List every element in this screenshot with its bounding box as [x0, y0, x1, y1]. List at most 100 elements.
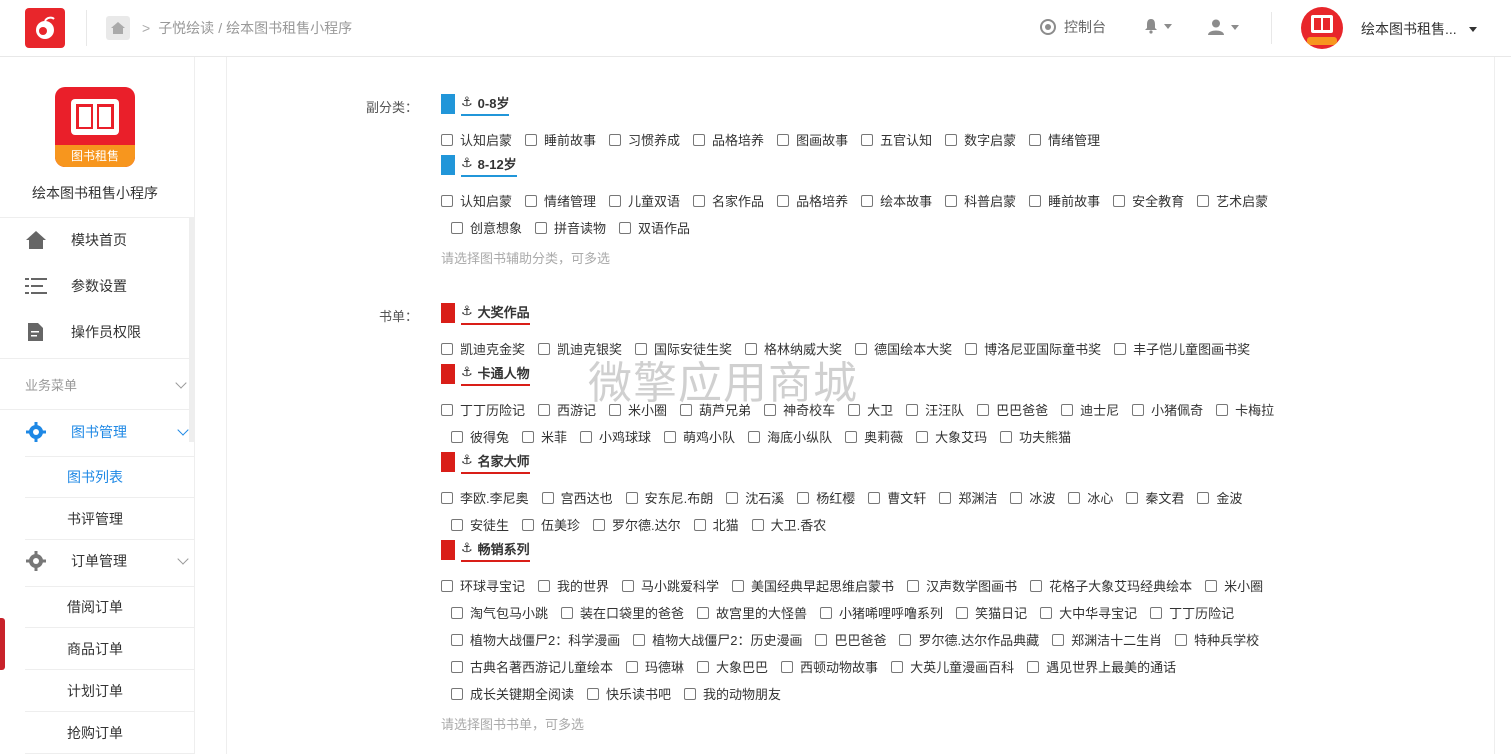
checkbox-option[interactable]: 植物大战僵尸2：科学漫画 — [451, 630, 620, 649]
checkbox[interactable] — [1029, 133, 1042, 146]
checkbox-option[interactable]: 认知启蒙 — [441, 130, 512, 149]
checkbox[interactable] — [845, 430, 858, 443]
checkbox[interactable] — [441, 342, 453, 355]
checkbox[interactable] — [777, 133, 790, 146]
checkbox-option[interactable]: 安全教育 — [1113, 191, 1184, 210]
checkbox[interactable] — [580, 430, 593, 443]
sidebar-sub-borrow-orders[interactable]: 借阅订单 — [25, 586, 195, 628]
sidebar-item-book-management[interactable]: 图书管理 — [25, 412, 189, 452]
checkbox[interactable] — [1132, 403, 1145, 416]
breadcrumb-item-app[interactable]: 绘本图书租售小程序 — [226, 18, 352, 38]
checkbox-option[interactable]: 曹文轩 — [868, 488, 926, 507]
checkbox[interactable] — [977, 403, 990, 416]
checkbox[interactable] — [855, 342, 868, 355]
checkbox-option[interactable]: 金波 — [1197, 488, 1242, 507]
checkbox-option[interactable]: 李欧.李尼奥 — [441, 488, 529, 507]
checkbox-option[interactable]: 国际安徒生奖 — [635, 339, 732, 358]
checkbox-option[interactable]: 冰心 — [1068, 488, 1113, 507]
checkbox[interactable] — [1150, 606, 1163, 619]
checkbox-option[interactable]: 米小圈 — [609, 400, 667, 419]
checkbox-option[interactable]: 奥莉薇 — [845, 427, 903, 446]
checkbox[interactable] — [907, 579, 920, 592]
store-switcher[interactable]: 绘本图书租售... — [1361, 19, 1477, 39]
checkbox[interactable] — [633, 633, 646, 646]
checkbox-option[interactable]: 淘气包马小跳 — [451, 603, 548, 622]
checkbox-option[interactable]: 安东尼.布朗 — [625, 488, 713, 507]
sidebar-group-business[interactable]: 业务菜单 — [25, 375, 187, 394]
checkbox-option[interactable]: 品格培养 — [777, 191, 848, 210]
checkbox[interactable] — [441, 491, 453, 504]
checkbox-option[interactable]: 情绪管理 — [525, 191, 596, 210]
checkbox[interactable] — [1000, 430, 1013, 443]
checkbox-option[interactable]: 郑渊洁 — [939, 488, 997, 507]
checkbox[interactable] — [680, 403, 693, 416]
checkbox-option[interactable]: 大象巴巴 — [697, 657, 768, 676]
checkbox[interactable] — [1197, 194, 1210, 207]
checkbox-option[interactable]: 小猪佩奇 — [1132, 400, 1203, 419]
checkbox[interactable] — [1205, 579, 1218, 592]
checkbox-option[interactable]: 马小跳爱科学 — [622, 576, 719, 595]
checkbox[interactable] — [697, 660, 710, 673]
checkbox-option[interactable]: 郑渊洁十二生肖 — [1052, 630, 1162, 649]
checkbox-option[interactable]: 拼音读物 — [535, 218, 606, 237]
checkbox-option[interactable]: 大英儿童漫画百科 — [891, 657, 1014, 676]
checkbox-option[interactable]: 米菲 — [522, 427, 567, 446]
checkbox-option[interactable]: 植物大战僵尸2：历史漫画 — [633, 630, 802, 649]
checkbox-option[interactable]: 五官认知 — [861, 130, 932, 149]
checkbox[interactable] — [1113, 194, 1126, 207]
checkbox-option[interactable]: 睡前故事 — [525, 130, 596, 149]
checkbox[interactable] — [815, 633, 828, 646]
sidebar-sub-book-list[interactable]: 图书列表 — [25, 456, 195, 498]
checkbox[interactable] — [797, 491, 810, 504]
checkbox[interactable] — [781, 660, 794, 673]
checkbox-option[interactable]: 海底小纵队 — [748, 427, 832, 446]
user-dropdown[interactable] — [1207, 18, 1239, 36]
checkbox[interactable] — [726, 491, 739, 504]
checkbox[interactable] — [1029, 194, 1042, 207]
checkbox-option[interactable]: 汉声数学图画书 — [907, 576, 1017, 595]
checkbox[interactable] — [593, 518, 606, 531]
checkbox[interactable] — [609, 194, 622, 207]
sidebar-sub-plan-orders[interactable]: 计划订单 — [25, 670, 195, 712]
checkbox-option[interactable]: 功夫熊猫 — [1000, 427, 1071, 446]
checkbox[interactable] — [906, 403, 919, 416]
checkbox-option[interactable]: 美国经典早起思维启蒙书 — [732, 576, 894, 595]
checkbox[interactable] — [664, 430, 677, 443]
checkbox[interactable] — [441, 403, 453, 416]
checkbox-option[interactable]: 笑猫日记 — [956, 603, 1027, 622]
checkbox[interactable] — [451, 430, 463, 443]
checkbox[interactable] — [965, 342, 978, 355]
checkbox[interactable] — [451, 221, 463, 234]
checkbox-option[interactable]: 花格子大象艾玛经典绘本 — [1030, 576, 1192, 595]
checkbox[interactable] — [525, 133, 538, 146]
checkbox[interactable] — [522, 430, 535, 443]
checkbox-option[interactable]: 遇见世界上最美的通话 — [1027, 657, 1176, 676]
checkbox-option[interactable]: 宫西达也 — [541, 488, 613, 507]
checkbox-option[interactable]: 德国绘本大奖 — [855, 339, 952, 358]
checkbox[interactable] — [522, 518, 535, 531]
checkbox-option[interactable]: 创意想象 — [451, 218, 522, 237]
checkbox[interactable] — [899, 633, 912, 646]
sidebar-sub-reviews[interactable]: 书评管理 — [25, 498, 195, 540]
checkbox-option[interactable]: 大卫.香农 — [751, 515, 826, 534]
checkbox[interactable] — [441, 133, 453, 146]
checkbox[interactable] — [635, 342, 648, 355]
checkbox[interactable] — [622, 579, 635, 592]
checkbox-option[interactable]: 装在口袋里的爸爸 — [561, 603, 684, 622]
store-avatar[interactable] — [1301, 7, 1343, 49]
checkbox[interactable] — [1010, 491, 1023, 504]
checkbox[interactable] — [868, 491, 881, 504]
checkbox-option[interactable]: 丁丁历险记 — [1150, 603, 1234, 622]
checkbox-option[interactable]: 小鸡球球 — [580, 427, 651, 446]
checkbox-option[interactable]: 萌鸡小队 — [664, 427, 735, 446]
checkbox[interactable] — [1068, 491, 1081, 504]
checkbox[interactable] — [684, 687, 697, 700]
checkbox-option[interactable]: 北猫 — [693, 515, 739, 534]
brand-logo[interactable] — [25, 8, 65, 48]
checkbox[interactable] — [1061, 403, 1074, 416]
checkbox[interactable] — [945, 133, 958, 146]
checkbox[interactable] — [956, 606, 969, 619]
checkbox-option[interactable]: 汪汪队 — [906, 400, 964, 419]
checkbox[interactable] — [1030, 579, 1043, 592]
checkbox-option[interactable]: 我的动物朋友 — [684, 684, 781, 703]
